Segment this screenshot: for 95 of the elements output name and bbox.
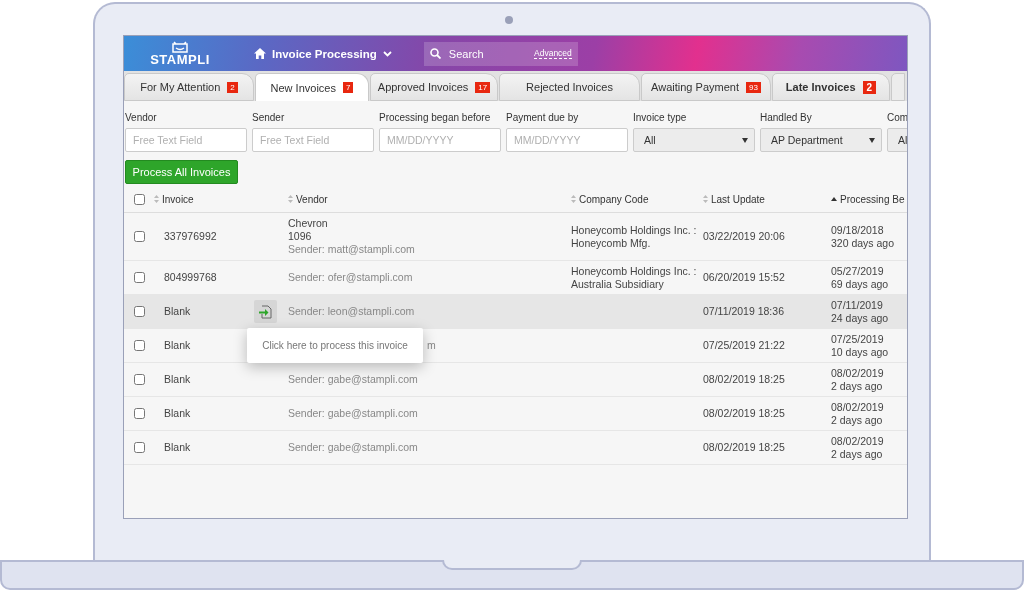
count-badge: 2 <box>862 80 877 94</box>
column-header[interactable]: Company Code <box>579 193 649 205</box>
processing-age: 69 days ago <box>831 277 889 291</box>
caret-icon <box>742 137 748 143</box>
row-checkbox[interactable] <box>134 374 145 385</box>
filter-label: Handled By <box>760 112 813 125</box>
column-header[interactable]: Vendor <box>296 193 328 205</box>
row-checkbox[interactable] <box>134 340 145 351</box>
document-arrow-icon <box>259 304 273 319</box>
invoice-number: Blank <box>164 407 191 420</box>
sender-email: Sender: ofer@stampli.com <box>288 271 413 284</box>
processing-date: 05/27/2019 <box>831 264 884 278</box>
robot-logo-icon <box>170 41 190 53</box>
tooltip: Click here to process this invoice <box>247 328 423 363</box>
vendor-name: Chevron <box>288 217 328 230</box>
row-checkbox[interactable] <box>134 306 145 317</box>
last-update: 07/11/2019 18:36 <box>703 305 785 318</box>
vendor-name: 1096 <box>288 230 312 243</box>
company-code: Honeycomb Holdings Inc. : <box>571 223 697 237</box>
tab[interactable]: New Invoices 7 <box>255 73 369 101</box>
home-icon <box>254 48 266 59</box>
filter-dropdown[interactable]: All <box>633 128 755 152</box>
invoice-number: 337976992 <box>164 230 217 243</box>
filter-dropdown[interactable]: Al <box>887 128 907 152</box>
camera-icon <box>505 16 513 24</box>
company-code: Honeycomb Holdings Inc. : <box>571 264 697 278</box>
invoice-number: Blank <box>164 373 191 386</box>
processing-date: 09/18/2018 <box>831 223 884 237</box>
sort-ascending-icon[interactable] <box>831 196 837 202</box>
filter-input-field[interactable]: Free Text Field <box>252 128 374 152</box>
count-badge: 7 <box>343 82 354 93</box>
filter-dropdown[interactable]: AP Department <box>760 128 882 152</box>
row-checkbox[interactable] <box>134 272 145 283</box>
filter-input-field[interactable]: Free Text Field <box>125 128 247 152</box>
tab[interactable]: Awaiting Payment 93 <box>641 73 771 101</box>
search-field[interactable]: Search Advanced <box>423 41 578 66</box>
advanced-search-link[interactable]: Advanced <box>534 48 572 59</box>
caret-icon <box>869 137 875 143</box>
tab[interactable]: For My Attention 2 <box>124 73 254 101</box>
processing-age: 2 days ago <box>831 413 883 427</box>
count-badge: 17 <box>475 81 491 93</box>
invoice-number: 804999768 <box>164 271 217 284</box>
invoice-number: Blank <box>164 339 191 352</box>
sender-email: Sender: gabe@stampli.com <box>288 373 418 386</box>
company-code: Honeycomb Mfg. <box>571 236 651 250</box>
processing-age: 2 days ago <box>831 379 883 393</box>
column-header[interactable]: Last Update <box>711 193 765 205</box>
processing-age: 24 days ago <box>831 311 889 325</box>
filter-label: Processing began before <box>379 112 492 125</box>
company-code: Australia Subsidiary <box>571 277 664 291</box>
processing-age: 320 days ago <box>831 236 895 250</box>
row-checkbox[interactable] <box>134 231 145 242</box>
count-badge: 93 <box>745 81 761 93</box>
select-all-checkbox[interactable] <box>134 193 145 205</box>
processing-date: 08/02/2019 <box>831 400 884 414</box>
last-update: 08/02/2019 18:25 <box>703 441 786 454</box>
filter-label: Com <box>887 112 907 125</box>
filter-label: Vendor <box>125 112 158 125</box>
column-header[interactable]: Invoice <box>162 193 194 205</box>
count-badge: 2 <box>227 81 238 93</box>
module-menu[interactable]: Invoice Processing <box>254 47 392 60</box>
row-checkbox[interactable] <box>134 408 145 419</box>
filter-input-field[interactable]: MM/DD/YYYY <box>379 128 501 152</box>
processing-date: 07/11/2019 <box>831 298 883 312</box>
tab[interactable]: Rejected Invoices <box>499 73 640 101</box>
sender-email: Sender: leon@stampli.com <box>288 305 415 318</box>
last-update: 08/02/2019 18:25 <box>703 373 786 386</box>
chevron-down-icon <box>382 50 392 57</box>
search-icon <box>429 48 441 59</box>
processing-date: 08/02/2019 <box>831 434 884 448</box>
logo-text: STAMPLI <box>150 53 210 66</box>
invoice-number: Blank <box>164 305 191 318</box>
tab[interactable]: Late Invoices 2 <box>772 73 890 101</box>
processing-age: 10 days ago <box>831 345 889 359</box>
processing-date: 07/25/2019 <box>831 332 884 346</box>
processing-date: 08/02/2019 <box>831 366 884 380</box>
sender-email: Sender: matt@stampli.com <box>288 243 415 256</box>
filter-input-field[interactable]: MM/DD/YYYY <box>506 128 628 152</box>
tab[interactable]: Approved Invoices 17 <box>370 73 498 101</box>
sender-email: Sender: gabe@stampli.com <box>288 407 418 420</box>
filter-label: Invoice type <box>633 112 688 125</box>
table-row[interactable]: Blank Sender: leon@stampli.com 07/11/2019 18:36 07/11/2019 24 days ago <box>124 295 907 329</box>
last-update: 03/22/2019 20:06 <box>703 230 786 243</box>
sender-email: Sender: gabe@stampli.com <box>288 441 418 454</box>
processing-age: 2 days ago <box>831 447 883 461</box>
last-update: 06/20/2019 15:52 <box>703 271 786 284</box>
sender-email: m <box>427 339 436 352</box>
row-checkbox[interactable] <box>134 442 145 453</box>
invoice-number: Blank <box>164 441 191 454</box>
process-invoice-button[interactable] <box>254 300 278 323</box>
last-update: 07/25/2019 21:22 <box>703 339 786 352</box>
last-update: 08/02/2019 18:25 <box>703 407 786 420</box>
filter-label: Sender <box>252 112 286 125</box>
column-header[interactable]: Processing Be <box>840 193 905 205</box>
filter-label: Payment due by <box>506 112 580 125</box>
